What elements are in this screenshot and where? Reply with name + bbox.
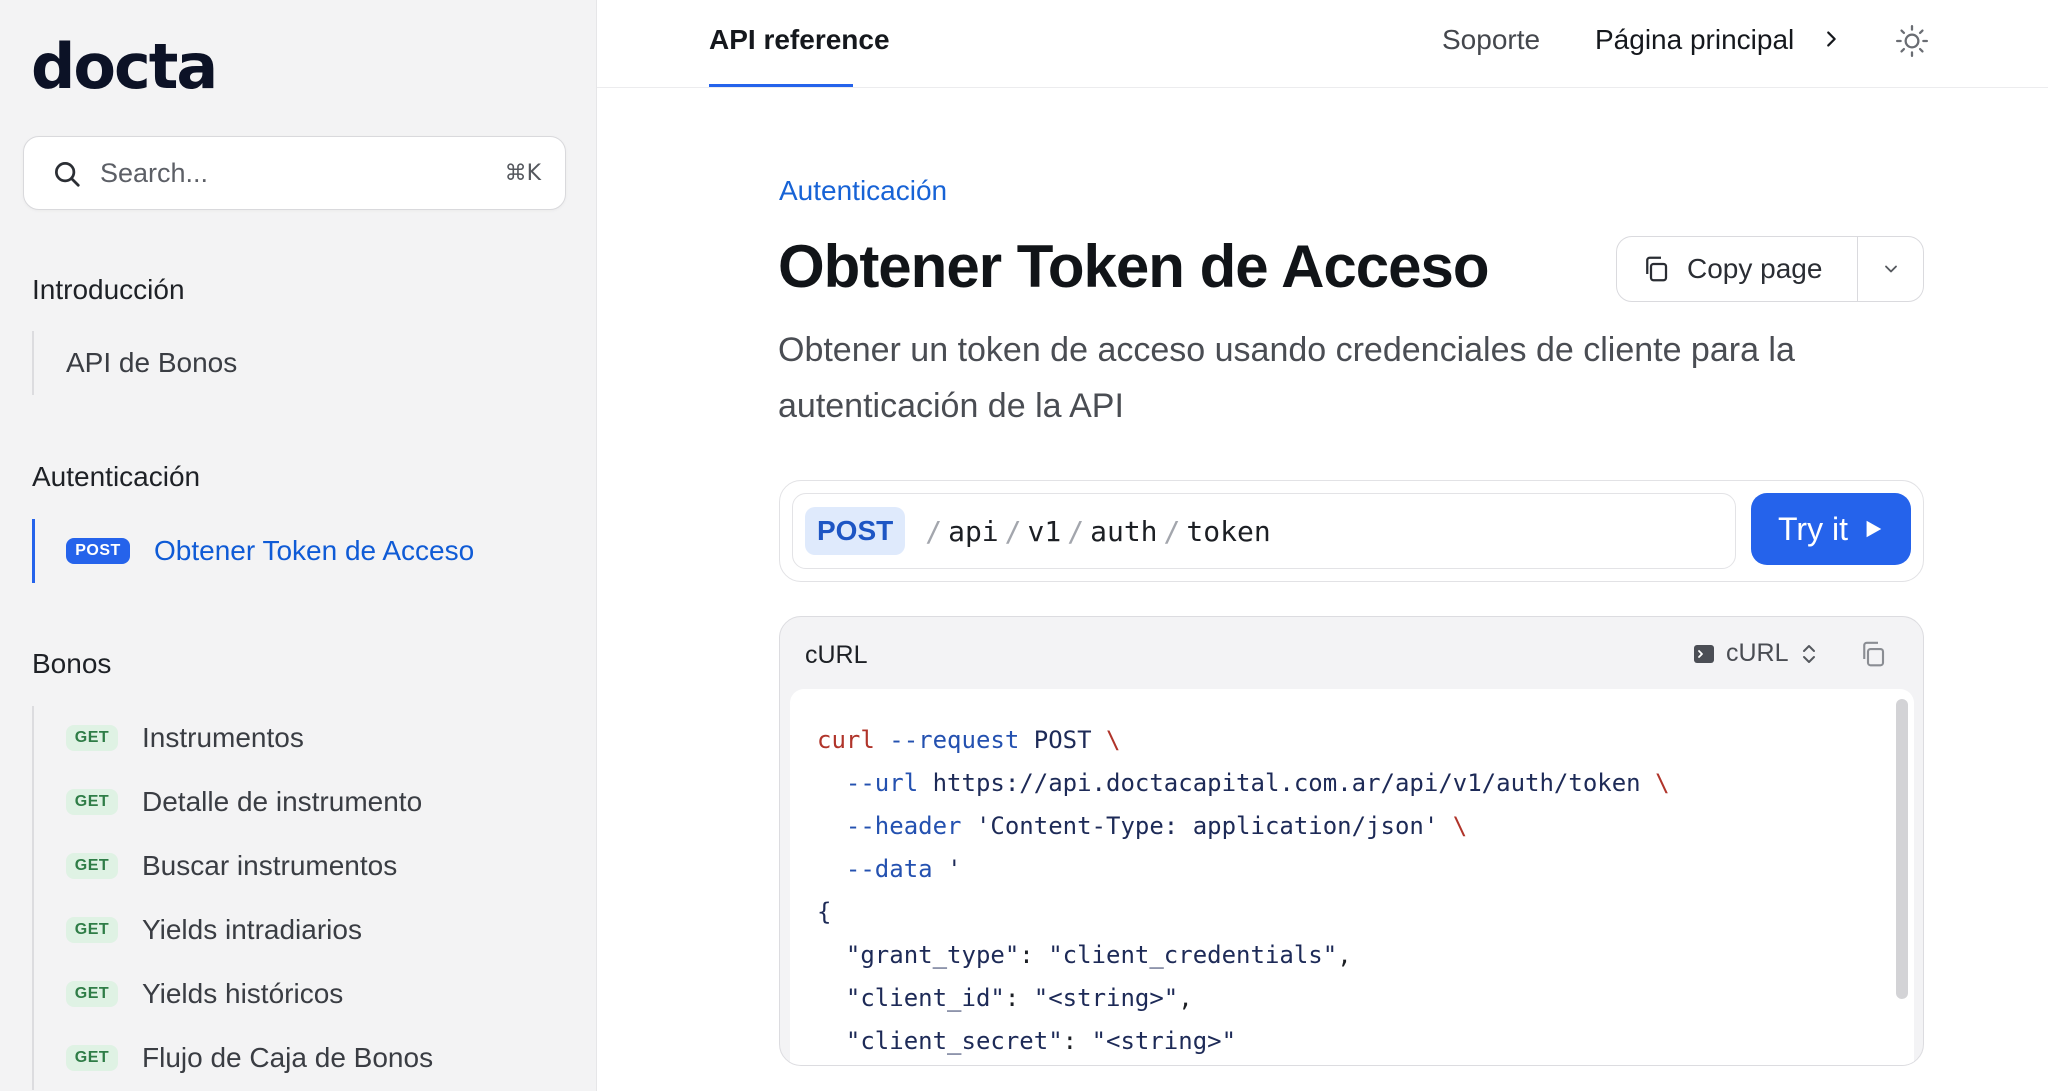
support-link[interactable]: Soporte xyxy=(1442,24,1540,56)
sidebar-item-label: API de Bonos xyxy=(66,347,238,378)
copy-icon xyxy=(1646,256,1668,282)
sidebar-item-label: Yields históricos xyxy=(142,978,344,1009)
search-shortcut: ⌘K xyxy=(504,161,541,186)
page-title: Obtener Token de Acceso xyxy=(778,233,1490,300)
method-badge-get: GET xyxy=(66,725,118,751)
code-panel-header: cURL cURL xyxy=(780,617,1923,689)
sidebar-item-buscar-instrumentos[interactable]: GET Buscar instrumentos xyxy=(34,834,433,898)
code-panel: cURL cURL curl --request POST \ --url ht… xyxy=(779,616,1924,1066)
sidebar-item-detalle-instrumento[interactable]: GET Detalle de instrumento xyxy=(34,770,433,834)
try-it-label: Try it xyxy=(1778,510,1848,547)
sidebar-item-yields-historicos[interactable]: GET Yields históricos xyxy=(34,962,433,1026)
terminal-icon xyxy=(1694,644,1714,663)
page-description: Obtener un token de acceso usando creden… xyxy=(778,331,1795,425)
logo[interactable]: docta xyxy=(31,30,218,103)
path-segment: token xyxy=(1186,514,1271,548)
chevron-down-icon xyxy=(1884,265,1897,273)
copy-page-dropdown[interactable] xyxy=(1858,237,1923,301)
sidebar-item-yields-intradiarios[interactable]: GET Yields intradiarios xyxy=(34,898,433,962)
endpoint-path: / api / v1 /auth / token xyxy=(925,514,1271,548)
sidebar: docta Search... ⌘K Introducción API de B… xyxy=(0,0,597,1091)
active-tab-underline xyxy=(709,84,853,87)
method-badge-get: GET xyxy=(66,917,118,943)
sidebar-item-label: Obtener Token de Acceso xyxy=(154,535,475,566)
method-badge-post: POST xyxy=(66,538,130,564)
copy-page-label: Copy page xyxy=(1687,253,1823,284)
endpoint-path-box[interactable]: POST / api / v1 /auth / token xyxy=(792,493,1736,569)
sidebar-item-instrumentos[interactable]: GET Instrumentos xyxy=(34,706,433,770)
method-badge-get: GET xyxy=(66,789,118,815)
nav-heading-bonos: Bonos xyxy=(32,648,112,679)
language-label: cURL xyxy=(1726,639,1789,667)
endpoint-bar: POST / api / v1 /auth / token Try it xyxy=(779,480,1924,582)
try-it-button[interactable]: Try it xyxy=(1751,493,1911,565)
search-icon xyxy=(55,162,80,187)
nav-heading-introduccion: Introducción xyxy=(32,274,185,305)
nav-heading-autenticacion: Autenticación xyxy=(32,461,201,492)
path-segment: auth xyxy=(1090,514,1158,548)
method-badge-get: GET xyxy=(66,981,118,1007)
code-content: curl --request POST \ --url https://api.… xyxy=(817,726,1670,1055)
chevron-right-icon xyxy=(1827,31,1836,47)
copy-page-button[interactable]: Copy page xyxy=(1617,237,1858,301)
method-badge-post: POST xyxy=(805,507,906,555)
nav-group-introduccion: API de Bonos xyxy=(32,331,237,395)
sun-icon[interactable] xyxy=(1895,24,1929,58)
code-panel-title: cURL xyxy=(805,641,868,669)
code-body[interactable]: curl --request POST \ --url https://api.… xyxy=(790,689,1914,1065)
sidebar-item-flujo-de-caja[interactable]: GET Flujo de Caja de Bonos xyxy=(34,1026,433,1090)
active-indicator xyxy=(32,519,35,583)
code-scrollbar[interactable] xyxy=(1896,699,1908,999)
search-input[interactable]: Search... ⌘K xyxy=(23,136,566,210)
breadcrumb[interactable]: Autenticación xyxy=(779,175,947,207)
copy-code-icon[interactable] xyxy=(1858,639,1888,669)
sidebar-item-label: Detalle de instrumento xyxy=(142,786,423,817)
home-link[interactable]: Página principal xyxy=(1595,24,1794,56)
nav-group-autenticacion: POST Obtener Token de Acceso xyxy=(32,519,474,583)
tab-api-reference[interactable]: API reference xyxy=(709,24,890,56)
top-nav: API reference Soporte Página principal xyxy=(597,0,2048,88)
sidebar-item-label: Flujo de Caja de Bonos xyxy=(142,1042,434,1073)
play-icon xyxy=(1866,520,1882,538)
sidebar-item-api-de-bonos[interactable]: API de Bonos xyxy=(34,331,237,395)
sidebar-item-obtener-token[interactable]: POST Obtener Token de Acceso xyxy=(32,519,475,583)
nav-group-bonos: GET Instrumentos GET Detalle de instrume… xyxy=(32,706,433,1090)
sidebar-item-label: Instrumentos xyxy=(142,722,304,753)
language-select[interactable]: cURL xyxy=(1692,639,1819,668)
chevron-up-down-icon xyxy=(1802,644,1815,663)
path-segment: v1 xyxy=(1027,514,1062,548)
sidebar-item-label: Yields intradiarios xyxy=(142,914,362,945)
sidebar-item-label: Buscar instrumentos xyxy=(142,850,398,881)
method-badge-get: GET xyxy=(66,1045,118,1071)
search-placeholder: Search... xyxy=(100,158,209,188)
path-segment: api xyxy=(948,514,999,548)
copy-page-group: Copy page xyxy=(1616,236,1924,302)
method-badge-get: GET xyxy=(66,853,118,879)
